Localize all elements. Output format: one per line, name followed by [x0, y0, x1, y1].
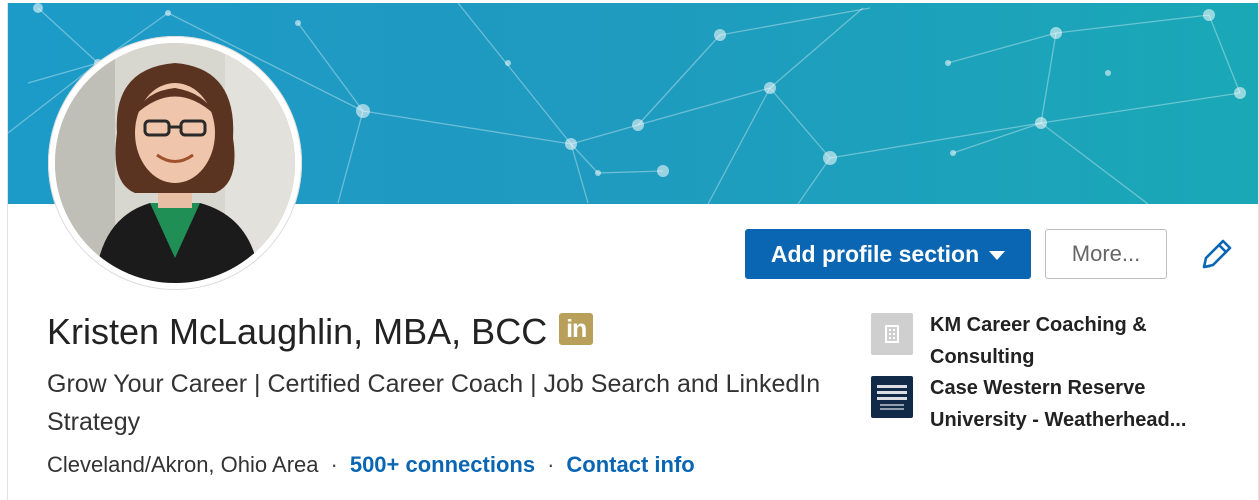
caret-down-icon	[989, 251, 1006, 260]
pencil-icon	[1202, 239, 1232, 269]
profile-name: Kristen McLaughlin, MBA, BCC in	[47, 311, 594, 353]
add-profile-section-button[interactable]: Add profile section	[745, 229, 1031, 279]
profile-name-text: Kristen McLaughlin, MBA, BCC	[47, 311, 548, 352]
linkedin-badge-icon: in	[559, 313, 594, 345]
profile-headline: Grow Your Career | Certified Career Coac…	[47, 370, 821, 436]
affiliation-school[interactable]: Case Western Reserve University - Weathe…	[871, 372, 1220, 436]
add-profile-section-label: Add profile section	[770, 240, 980, 267]
profile-card: Add profile section More... Kristen McLa…	[7, 3, 1259, 500]
affiliation-company[interactable]: KM Career Coaching & Consulting	[871, 309, 1220, 373]
connections-link[interactable]: 500+ connections	[350, 452, 535, 478]
edit-profile-button[interactable]	[1196, 233, 1234, 275]
separator-dot: ·	[330, 452, 338, 477]
building-icon	[871, 313, 913, 355]
school-name: Case Western Reserve University - Weathe…	[930, 377, 1187, 431]
separator-dot: ·	[547, 452, 555, 477]
person-photo	[55, 43, 295, 283]
university-logo	[871, 376, 913, 418]
company-name: KM Career Coaching & Consulting	[930, 314, 1147, 368]
profile-meta: Cleveland/Akron, Ohio Area · 500+ connec…	[47, 452, 695, 478]
location-text: Cleveland/Akron, Ohio Area	[47, 452, 319, 477]
more-button[interactable]: More...	[1045, 229, 1167, 279]
avatar	[55, 43, 295, 283]
contact-info-link[interactable]: Contact info	[566, 452, 694, 478]
profile-photo[interactable]	[48, 36, 302, 290]
